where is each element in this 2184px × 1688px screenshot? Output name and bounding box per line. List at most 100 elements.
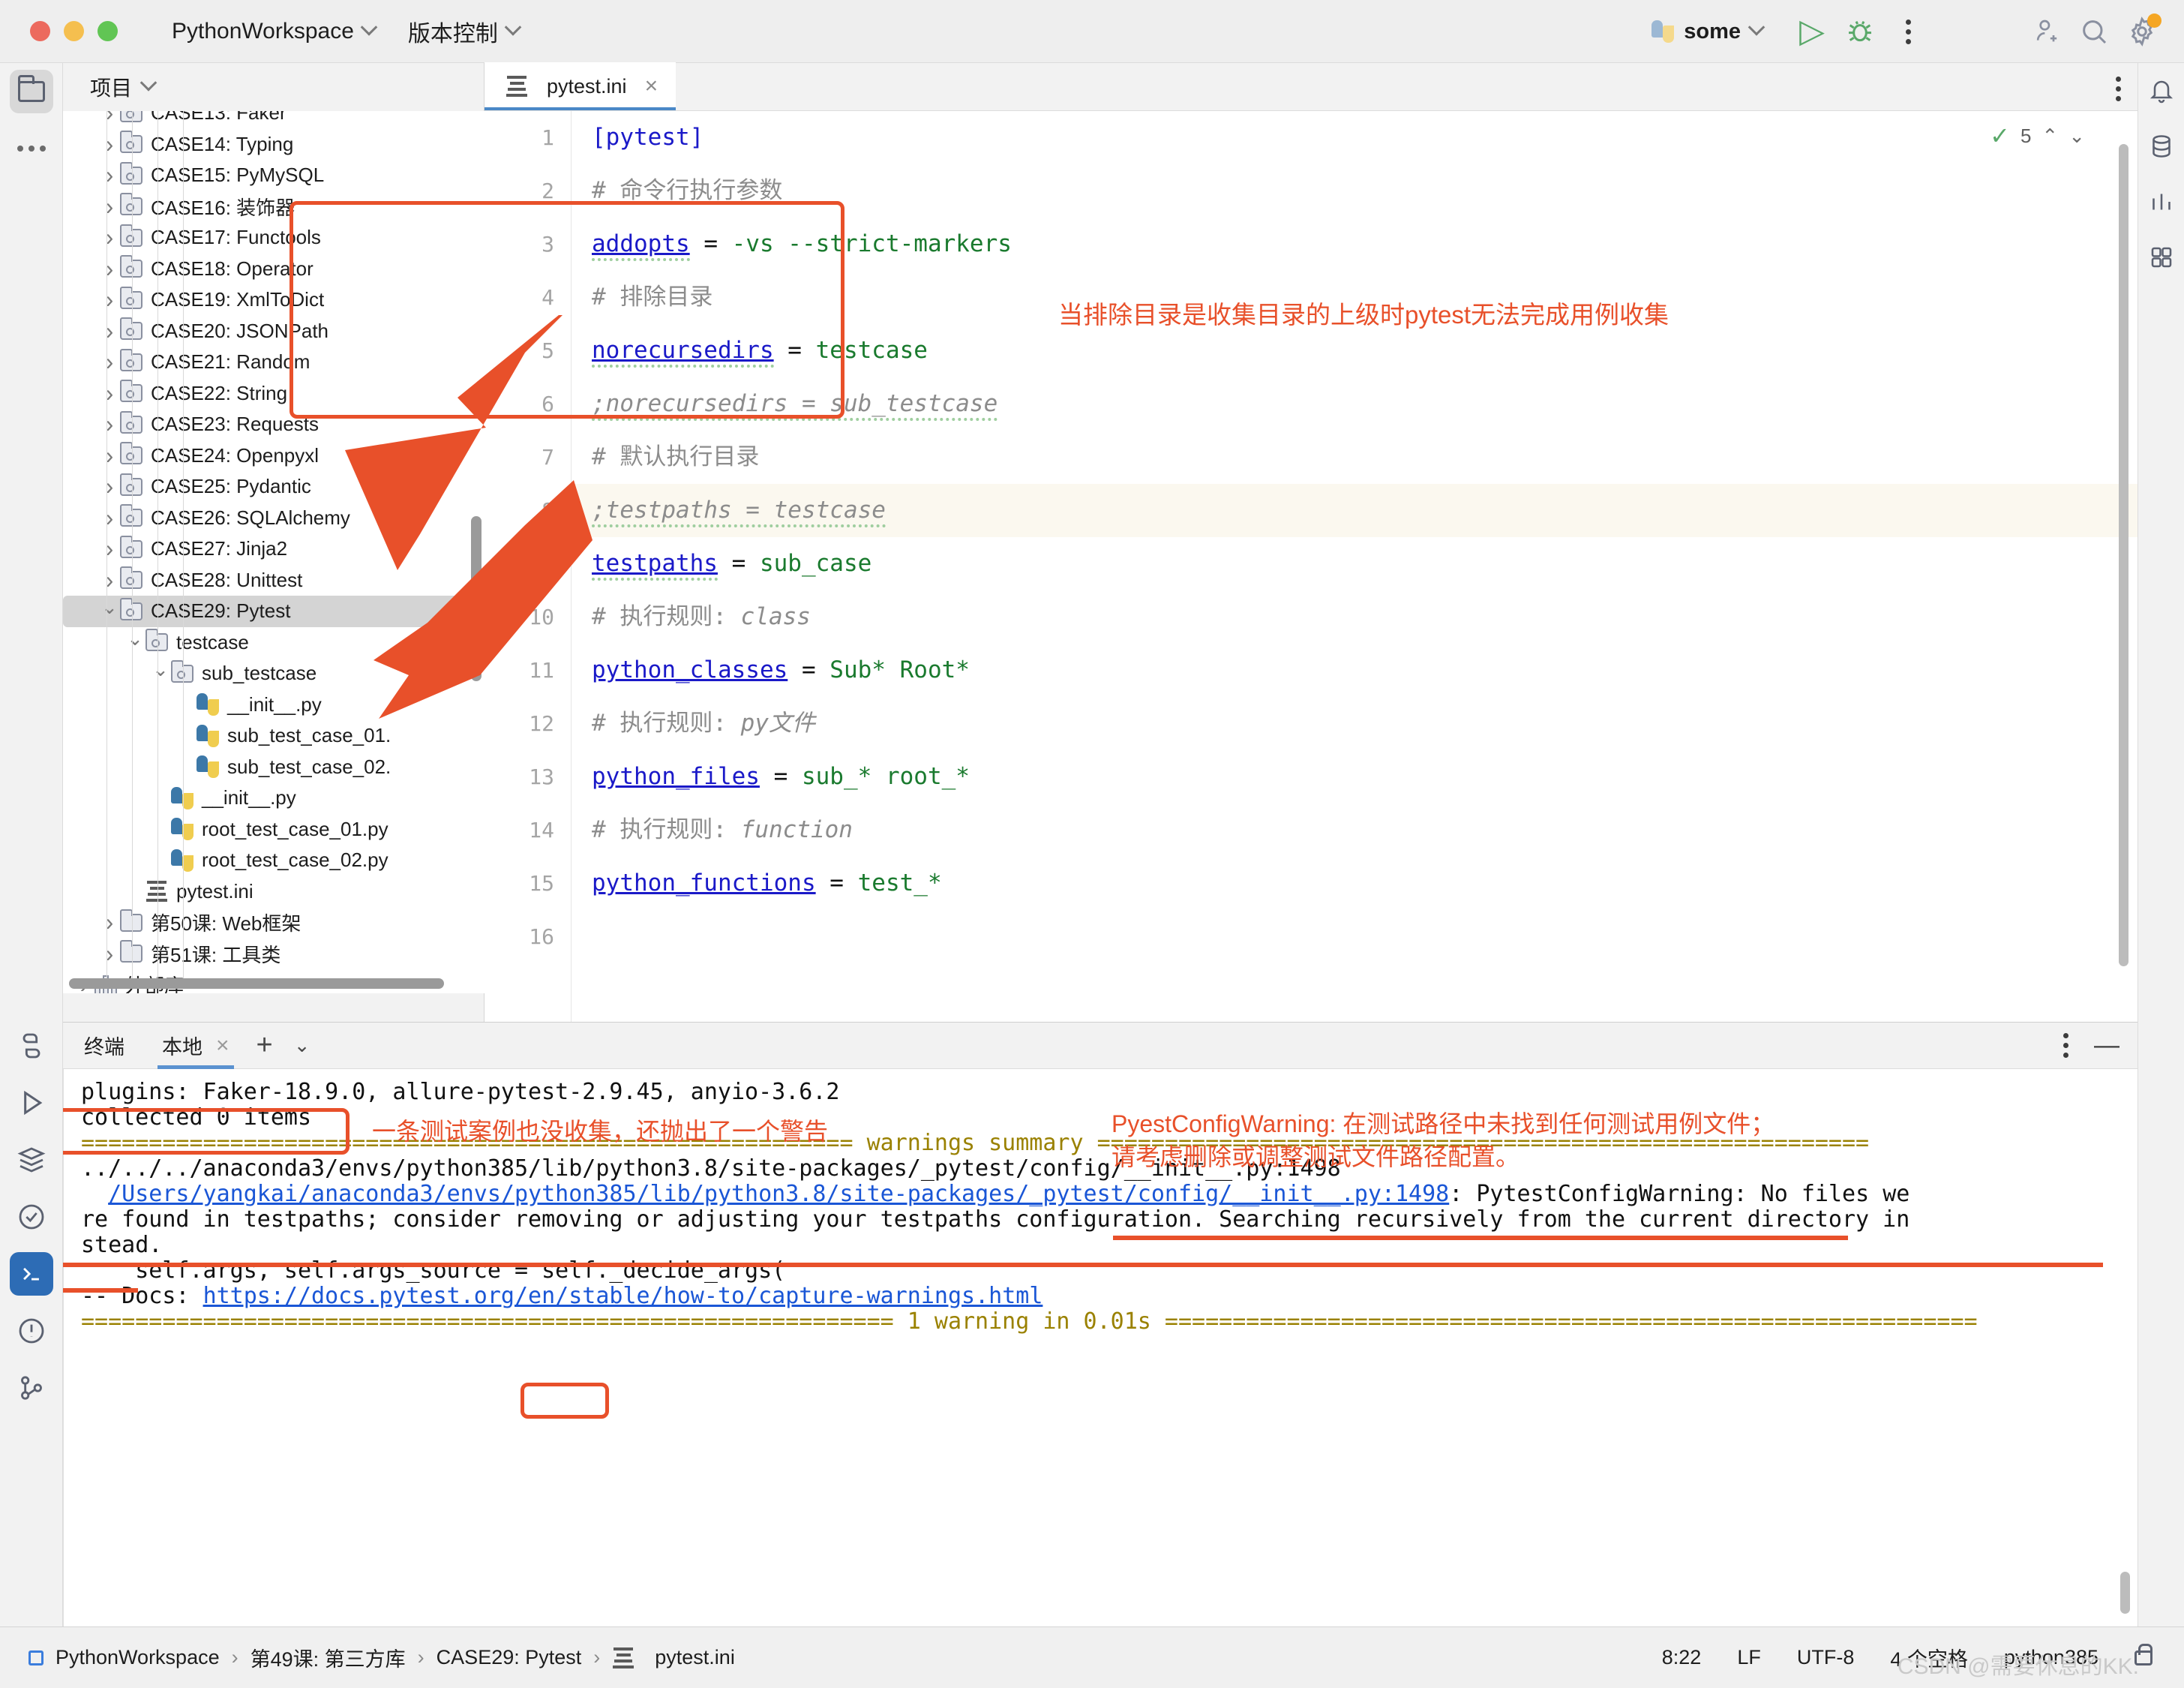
code-line[interactable]: # 执行规则: class bbox=[572, 590, 2138, 644]
code-line[interactable]: testpaths = sub_case bbox=[572, 537, 2138, 590]
code-line[interactable]: ;norecursedirs = sub_testcase bbox=[572, 377, 2138, 431]
tree-item[interactable]: __init__.py bbox=[63, 689, 484, 721]
caret-position[interactable]: 8:22 bbox=[1662, 1646, 1702, 1669]
add-user-icon[interactable] bbox=[2022, 8, 2070, 56]
indent-setting[interactable]: 4 个空格 bbox=[1890, 1643, 1968, 1672]
tree-item[interactable]: CASE14: Typing bbox=[63, 129, 484, 161]
inspection-widget[interactable]: ✓ 5 ⌃ ⌄ bbox=[1990, 122, 2085, 150]
tree-item[interactable]: CASE29: Pytest bbox=[63, 596, 478, 627]
project-tree-vertical-scrollbar[interactable] bbox=[471, 516, 482, 681]
settings-icon[interactable] bbox=[2118, 8, 2166, 56]
terminal-output[interactable]: plugins: Faker-18.9.0, allure-pytest-2.9… bbox=[63, 1069, 2138, 1627]
tree-item[interactable]: __init__.py bbox=[63, 782, 484, 814]
code-line[interactable]: # 默认执行目录 bbox=[572, 431, 2138, 484]
tree-item[interactable]: pytest.ini bbox=[63, 876, 484, 908]
terminal-link[interactable]: /Users/yangkai/anaconda3/envs/python385/… bbox=[108, 1181, 1449, 1207]
breadcrumb-item-0[interactable]: PythonWorkspace bbox=[56, 1646, 220, 1669]
code-line[interactable]: [pytest] bbox=[572, 111, 2138, 164]
python-packages-button[interactable] bbox=[0, 1017, 63, 1074]
python-interpreter[interactable]: python385 bbox=[2004, 1646, 2098, 1669]
terminal-options-icon[interactable] bbox=[2063, 1033, 2068, 1058]
window-controls[interactable] bbox=[30, 21, 118, 41]
chevron-down-icon[interactable] bbox=[99, 599, 120, 623]
code-line[interactable]: python_classes = Sub* Root* bbox=[572, 644, 2138, 697]
chevron-right-icon[interactable] bbox=[99, 161, 120, 189]
close-icon[interactable]: × bbox=[216, 1033, 230, 1059]
search-icon[interactable] bbox=[2070, 8, 2118, 56]
chevron-down-icon[interactable]: ⌄ bbox=[294, 1034, 310, 1057]
code-editor[interactable]: 1 2 3 4 5 6 7 8 9 10 11 12 13 14 15 16 [pytest] # 命令行执行参… bbox=[290, 111, 2138, 1022]
code-line[interactable]: python_files = sub_* root_* bbox=[572, 750, 2138, 803]
code-line[interactable]: norecursedirs = testcase bbox=[572, 324, 2138, 377]
more-actions-button[interactable] bbox=[1884, 8, 1932, 56]
chevron-right-icon[interactable] bbox=[99, 380, 120, 407]
breadcrumb-item-2[interactable]: CASE29: Pytest bbox=[436, 1646, 582, 1669]
chevron-right-icon[interactable] bbox=[99, 909, 120, 936]
tree-item[interactable]: CASE22: String bbox=[63, 378, 484, 410]
chevron-down-icon[interactable] bbox=[124, 631, 146, 654]
chevron-right-icon[interactable] bbox=[99, 535, 120, 563]
tree-item[interactable]: CASE17: Functools bbox=[63, 222, 484, 254]
minimize-window-button[interactable] bbox=[64, 21, 84, 41]
debug-button[interactable] bbox=[1836, 8, 1884, 56]
chevron-up-icon[interactable]: ⌃ bbox=[2042, 125, 2058, 148]
chevron-down-icon[interactable] bbox=[150, 662, 171, 685]
chevron-right-icon[interactable] bbox=[99, 131, 120, 158]
code-line[interactable]: # 命令行执行参数 bbox=[572, 164, 2138, 218]
minimize-icon[interactable]: — bbox=[2094, 1031, 2120, 1060]
database-icon[interactable] bbox=[2138, 119, 2184, 174]
tree-item[interactable]: sub_test_case_02. bbox=[63, 752, 484, 783]
chevron-right-icon[interactable] bbox=[99, 504, 120, 532]
chevron-right-icon[interactable] bbox=[99, 111, 120, 127]
chevron-right-icon[interactable] bbox=[99, 442, 120, 470]
tree-item[interactable]: CASE26: SQLAlchemy bbox=[63, 503, 484, 534]
tree-item[interactable]: CASE28: Unittest bbox=[63, 565, 484, 596]
run-configuration-selector[interactable]: some bbox=[1652, 19, 1766, 44]
tree-item[interactable]: CASE18: Operator bbox=[63, 254, 484, 285]
chevron-right-icon[interactable] bbox=[99, 348, 120, 376]
code-line[interactable]: # 执行规则: py文件 bbox=[572, 697, 2138, 750]
code-line[interactable] bbox=[572, 910, 2138, 963]
services-icon[interactable] bbox=[0, 1131, 63, 1188]
code-line[interactable]: # 执行规则: function bbox=[572, 803, 2138, 857]
breadcrumb-item-3[interactable]: pytest.ini bbox=[655, 1646, 735, 1669]
chevron-right-icon[interactable] bbox=[99, 410, 120, 438]
code-line[interactable]: addopts = -vs --strict-markers bbox=[572, 218, 2138, 271]
tree-item[interactable]: CASE19: XmlToDict bbox=[63, 284, 484, 316]
editor-tab-actions[interactable] bbox=[2116, 77, 2121, 101]
breadcrumb-item-1[interactable]: 第49课: 第三方库 bbox=[250, 1643, 406, 1672]
chevron-right-icon[interactable] bbox=[99, 473, 120, 500]
run-button[interactable]: ▷ bbox=[1788, 8, 1836, 56]
code-line[interactable]: python_functions = test_* bbox=[572, 857, 2138, 910]
chevron-right-icon[interactable] bbox=[99, 940, 120, 968]
code-lines[interactable]: [pytest] # 命令行执行参数 addopts = -vs --strict-… bbox=[572, 111, 2138, 963]
problems-icon[interactable] bbox=[0, 1302, 63, 1359]
version-control-icon[interactable] bbox=[0, 1359, 63, 1416]
project-menu[interactable]: PythonWorkspace bbox=[172, 19, 378, 44]
chevron-down-icon[interactable]: ⌄ bbox=[2068, 125, 2085, 148]
maximize-window-button[interactable] bbox=[98, 21, 118, 41]
breadcrumb[interactable]: PythonWorkspace › 第49课: 第三方库 › CASE29: P… bbox=[28, 1643, 735, 1672]
chevron-right-icon[interactable] bbox=[99, 566, 120, 594]
notifications-icon[interactable] bbox=[2138, 63, 2184, 119]
tree-item[interactable]: 第51课: 工具类 bbox=[63, 939, 484, 970]
python-console-icon[interactable] bbox=[0, 1188, 63, 1245]
terminal-tool-button[interactable] bbox=[0, 1245, 63, 1302]
project-panel-header[interactable]: 项目 bbox=[63, 63, 484, 111]
vcs-menu[interactable]: 版本控制 bbox=[408, 15, 522, 48]
tree-item[interactable]: sub_test_case_01. bbox=[63, 720, 484, 752]
terminal-link[interactable]: https://docs.pytest.org/en/stable/how-to… bbox=[203, 1283, 1043, 1309]
tree-item[interactable]: 第50课: Web框架 bbox=[63, 907, 484, 939]
chevron-right-icon[interactable] bbox=[99, 286, 120, 314]
tree-item[interactable]: CASE23: Requests bbox=[63, 409, 484, 440]
terminal-tab-local[interactable]: 本地 × bbox=[158, 1023, 234, 1069]
close-window-button[interactable] bbox=[30, 21, 50, 41]
chevron-right-icon[interactable] bbox=[99, 193, 120, 221]
line-separator[interactable]: LF bbox=[1737, 1646, 1761, 1669]
tree-item[interactable]: CASE20: JSONPath bbox=[63, 316, 484, 347]
tree-item[interactable]: root_test_case_02.py bbox=[63, 845, 484, 876]
editor-vertical-scrollbar[interactable] bbox=[2119, 144, 2128, 966]
run-tool-button[interactable] bbox=[0, 1074, 63, 1131]
tree-item[interactable]: testcase bbox=[63, 627, 484, 659]
lock-icon[interactable] bbox=[2134, 1643, 2152, 1665]
